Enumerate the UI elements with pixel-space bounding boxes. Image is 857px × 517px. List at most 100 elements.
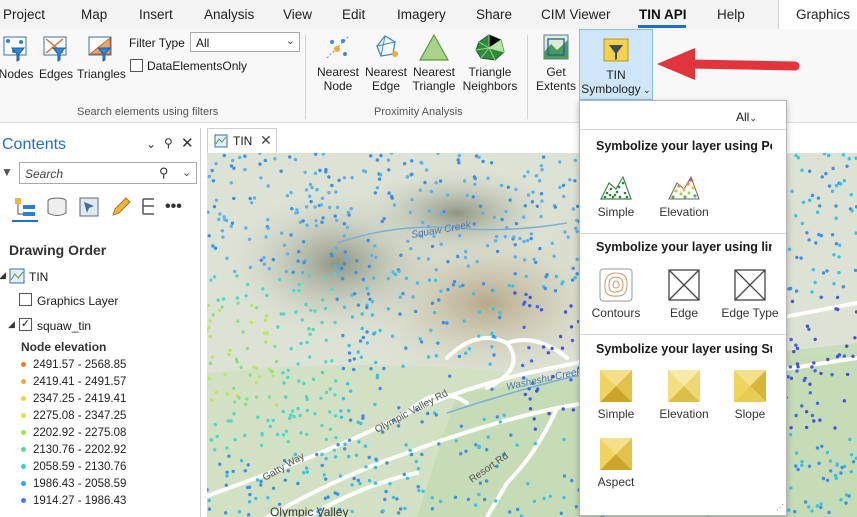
tin-symbology-gallery: All⌄ Symbolize your layer using Points S… (579, 100, 787, 516)
filter-icon[interactable]: ▼ (1, 165, 13, 179)
points-simple-icon (600, 175, 632, 200)
surface-slope-icon (734, 370, 766, 402)
chevron-down-icon[interactable]: ⌄ (182, 166, 191, 179)
map-icon (9, 268, 25, 284)
edges-filter-icon (43, 36, 67, 62)
active-tab-indicator (638, 25, 686, 28)
menu-share[interactable]: Share (476, 7, 512, 22)
graphics-label: Graphics (796, 7, 851, 22)
surface-simple-icon (600, 370, 632, 402)
nearest-edge-label-2: Edge (371, 79, 401, 93)
menu-edit[interactable]: Edit (342, 7, 365, 22)
triangle-neighbors-icon (475, 34, 505, 61)
points-simple-label: Simple (597, 205, 635, 219)
menu-map[interactable]: Map (81, 7, 107, 22)
lines-edge-item[interactable]: Edge (651, 268, 717, 320)
nearest-triangle-icon (418, 33, 450, 61)
legend-title: Node elevation (21, 340, 107, 354)
nearest-triangle-label-2: Triangle (412, 79, 456, 93)
surfaces-simple-item[interactable]: Simple (583, 369, 649, 421)
close-icon[interactable]: ✕ (260, 132, 272, 149)
layer-name[interactable]: squaw_tin (37, 319, 91, 333)
legend-label: 2275.08 - 2347.25 (33, 410, 127, 422)
menu-help[interactable]: Help (717, 7, 745, 22)
nearest-edge-icon (376, 35, 398, 57)
edges-button[interactable]: Edges (38, 34, 74, 81)
filter-type-label: Filter Type (129, 36, 185, 50)
surfaces-aspect-item[interactable]: Aspect (583, 437, 649, 489)
points-elevation-item[interactable]: Elevation (651, 171, 717, 219)
surfaces-simple-label: Simple (597, 407, 635, 421)
contours-icon (599, 268, 633, 302)
menu-insert[interactable]: Insert (139, 7, 173, 22)
menu-cim-viewer[interactable]: CIM Viewer (541, 7, 611, 22)
collapse-icon[interactable]: ◢ (8, 319, 15, 330)
map-name[interactable]: TIN (29, 270, 48, 284)
selected-view-indicator (12, 220, 38, 222)
drawing-order-icon[interactable] (13, 196, 37, 218)
menu-imagery[interactable]: Imagery (397, 7, 446, 22)
data-source-icon[interactable] (45, 196, 69, 218)
selection-icon[interactable] (78, 196, 102, 218)
edges-label: Edges (38, 67, 74, 81)
contents-search-input[interactable]: Search ⚲ ⌄ (19, 162, 197, 184)
filter-type-select[interactable]: All ⌄ (190, 32, 300, 52)
nodes-label: Nodes (0, 67, 34, 81)
menu-analysis[interactable]: Analysis (204, 7, 254, 22)
nearest-edge-button[interactable]: Nearest Edge (362, 32, 410, 93)
points-section-title: Symbolize your layer using Points (596, 139, 772, 153)
legend-label: 1914.27 - 1986.43 (33, 495, 127, 507)
snapping-icon[interactable] (140, 196, 160, 218)
triangle-neighbors-label-2: Neighbors (462, 79, 518, 93)
triangle-neighbors-button[interactable]: Triangle Neighbors (460, 32, 520, 93)
data-elements-only-checkbox[interactable] (130, 59, 143, 72)
triangles-button[interactable]: Triangles (77, 34, 126, 81)
pin-icon[interactable]: ⚲ (164, 136, 173, 150)
chevron-down-icon[interactable]: ⌄ (146, 137, 156, 151)
contents-title: Contents (2, 136, 67, 153)
triangles-filter-icon (88, 36, 112, 62)
legend-label: 2491.57 - 2568.85 (33, 359, 127, 371)
get-extents-button[interactable]: Get Extents (535, 32, 577, 93)
search-icon[interactable]: ⚲ (159, 165, 169, 181)
lines-edge-type-item[interactable]: Edge Type (717, 268, 783, 320)
legend-swatch (21, 464, 26, 470)
surfaces-elevation-item[interactable]: Elevation (651, 369, 717, 421)
squaw-tin-checkbox[interactable]: ✓ (19, 318, 32, 331)
search-placeholder: Search (25, 167, 64, 181)
edit-pencil-icon[interactable] (109, 196, 133, 218)
gallery-filter-dropdown[interactable]: All⌄ (736, 110, 757, 124)
chevron-down-icon: ⌄ (749, 113, 757, 123)
legend-row: 2058.59 - 2130.76 (21, 461, 126, 473)
graphics-layer-checkbox[interactable] (19, 293, 32, 306)
map-view-tab[interactable]: TIN ✕ (207, 128, 277, 153)
nearest-triangle-button[interactable]: Nearest Triangle (410, 32, 458, 93)
nodes-button[interactable]: Nodes (0, 34, 34, 81)
gallery-divider (580, 129, 786, 130)
menu-project[interactable]: Project (3, 7, 45, 22)
legend-swatch (21, 396, 26, 402)
legend-swatch (21, 379, 26, 385)
nearest-node-icon (326, 35, 350, 59)
menu-tin-api[interactable]: TIN API (639, 7, 687, 22)
drawing-order-heading: Drawing Order (9, 242, 107, 258)
close-icon[interactable]: ✕ (181, 134, 194, 152)
resize-grip-icon[interactable]: ⋰ (776, 503, 784, 512)
points-simple-item[interactable]: Simple (583, 171, 649, 219)
menu-view[interactable]: View (283, 7, 312, 22)
surface-elevation-icon (668, 370, 700, 402)
surfaces-slope-item[interactable]: Slope (717, 369, 783, 421)
nearest-node-button[interactable]: Nearest Node (314, 32, 362, 93)
nearest-node-label-2: Node (323, 79, 353, 93)
tin-symbology-button[interactable]: TIN Symbology ⌄ (579, 29, 653, 100)
graphics-layer-name[interactable]: Graphics Layer (37, 294, 118, 308)
legend-row: 1986.43 - 2058.59 (21, 478, 126, 490)
more-icon[interactable]: ••• (165, 198, 182, 216)
points-elevation-label: Elevation (659, 205, 709, 219)
surfaces-section-title: Symbolize your layer using Surfaces (596, 342, 772, 356)
legend-row: 2419.41 - 2491.57 (21, 376, 126, 388)
collapse-icon[interactable]: ◢ (0, 270, 6, 281)
menu-graphics[interactable]: Graphics (778, 0, 857, 29)
lines-contours-item[interactable]: Contours (583, 268, 649, 320)
legend-swatch (21, 481, 26, 487)
